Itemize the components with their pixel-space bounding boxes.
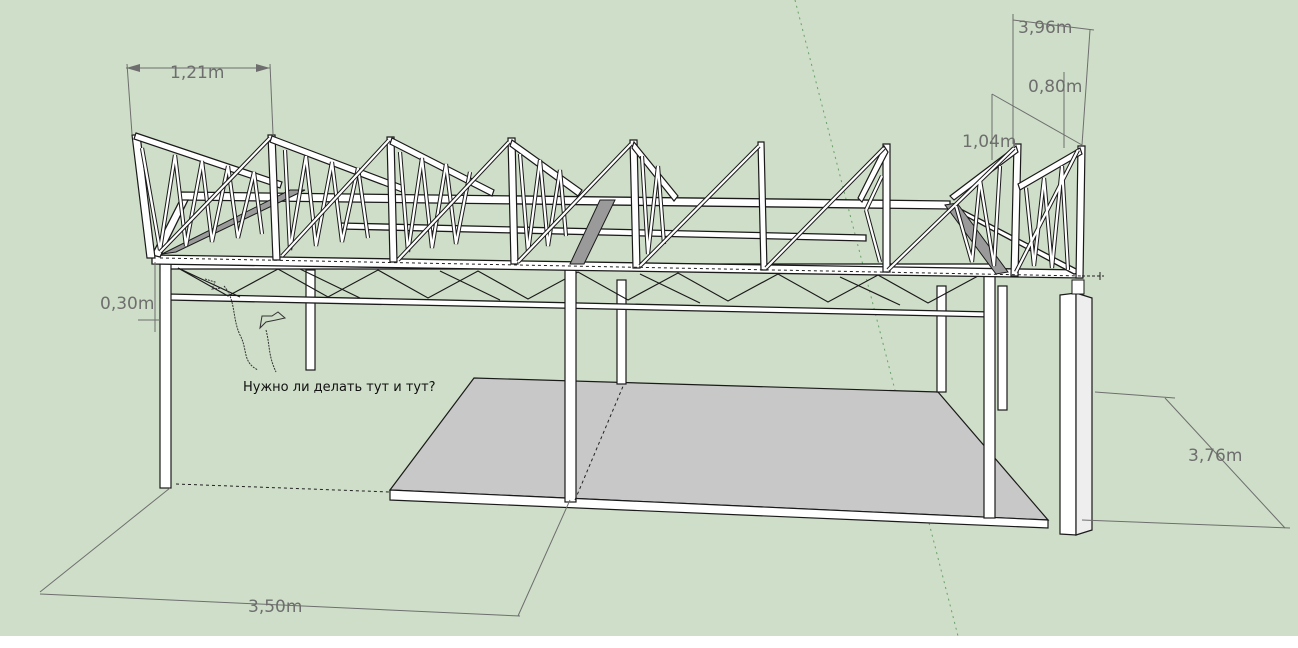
annotation-note: Нужно ли делать тут и тут?: [243, 380, 436, 395]
dim-label-left-depth: 0,30m: [100, 294, 154, 314]
dim-label-right-side: 1,04m: [962, 132, 1016, 152]
dim-label-right-top: 3,96m: [1018, 18, 1072, 38]
axis-marks: [1082, 272, 1104, 280]
dim-label-right-mid: 0,80m: [1028, 77, 1082, 97]
model-viewport[interactable]: 1,21m 3,96m 0,80m 1,04m 0,30m 3,76m 3,50…: [0, 0, 1298, 636]
corner-post: [1059, 279, 1093, 536]
dim-label-top-width: 1,21m: [170, 63, 224, 83]
green-axis: [794, 0, 959, 636]
floor-slab: [388, 377, 1050, 529]
truss-9: [1014, 145, 1086, 279]
bottom-strip: [0, 636, 1298, 648]
arrow-icon: [259, 311, 287, 330]
structure-drawing: 1,21m 3,96m 0,80m 1,04m 0,30m 3,76m 3,50…: [39, 0, 1291, 636]
dim-label-bottom-length: 3,50m: [248, 597, 302, 617]
dim-label-right-depth: 3,76m: [1188, 446, 1242, 466]
arrow-icons: [204, 278, 287, 373]
dimension-lines: [39, 14, 1291, 617]
